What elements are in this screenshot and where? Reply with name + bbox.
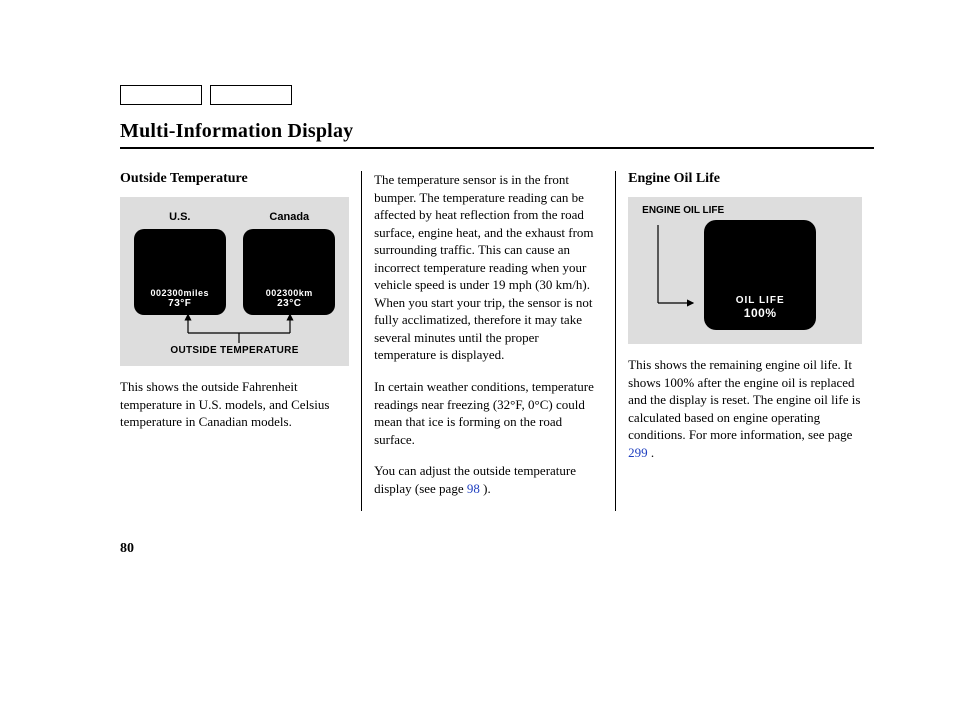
oil-life-value: 100% (744, 306, 777, 320)
temp-sensor-paragraph: The temperature sensor is in the front b… (374, 171, 603, 364)
oil-life-label: OIL LIFE (736, 295, 785, 306)
empty-box (120, 85, 202, 105)
us-display-screen: 002300miles 73°F (134, 229, 226, 315)
engine-oil-description: This shows the remaining engine oil life… (628, 356, 862, 461)
canada-odometer: 002300km (266, 288, 313, 298)
adjust-temp-paragraph: You can adjust the outside temperature d… (374, 462, 603, 497)
page-number: 80 (120, 541, 874, 557)
title-rule (120, 147, 874, 149)
engine-oil-caption: ENGINE OIL LIFE (642, 205, 852, 216)
column-2: The temperature sensor is in the front b… (361, 171, 616, 511)
callout-arrow (638, 225, 698, 325)
freezing-warning-paragraph: In certain weather conditions, temperatu… (374, 378, 603, 448)
header-boxes (120, 85, 874, 110)
outside-temp-heading: Outside Temperature (120, 171, 349, 187)
engine-oil-text-b: . (648, 445, 655, 460)
outside-temp-description: This shows the outside Fahrenheit temper… (120, 378, 349, 431)
outside-temp-caption: OUTSIDE TEMPERATURE (130, 345, 339, 356)
page-title: Multi-Information Display (120, 120, 874, 143)
empty-box (210, 85, 292, 105)
oil-life-display-screen: OIL LIFE 100% (704, 220, 816, 330)
page-link-98[interactable]: 98 (467, 481, 480, 496)
canada-label: Canada (243, 211, 335, 223)
outside-temp-figure: U.S. 002300miles 73°F Canada 002300km 23… (120, 197, 349, 366)
us-odometer: 002300miles (150, 288, 209, 298)
engine-oil-text-a: This shows the remaining engine oil life… (628, 357, 860, 442)
column-3: Engine Oil Life ENGINE OIL LIFE (616, 171, 874, 511)
engine-oil-heading: Engine Oil Life (628, 171, 862, 187)
canada-temperature: 23°C (277, 298, 301, 309)
callout-arrows (130, 315, 339, 345)
page-link-299[interactable]: 299 (628, 445, 648, 460)
canada-display-screen: 002300km 23°C (243, 229, 335, 315)
adjust-temp-text-b: ). (480, 481, 491, 496)
engine-oil-figure: ENGINE OIL LIFE (628, 197, 862, 344)
us-label: U.S. (134, 211, 226, 223)
column-1: Outside Temperature U.S. 002300miles 73°… (120, 171, 361, 511)
us-temperature: 73°F (168, 298, 191, 309)
